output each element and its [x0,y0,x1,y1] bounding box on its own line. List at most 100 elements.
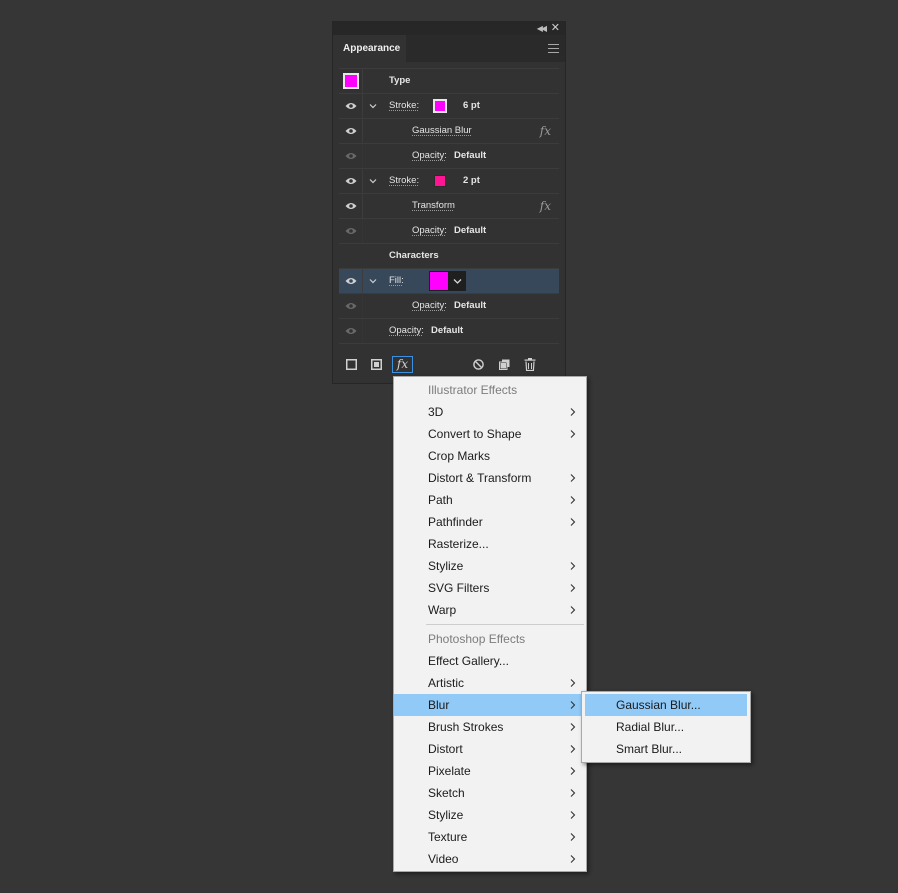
appearance-list: Type Stroke: 6 pt Gaussian Blur fx Opaci… [339,68,559,344]
menu-item-label: Artistic [428,676,464,690]
menu-item-label: Stylize [428,559,464,573]
opacity-label[interactable]: Opacity: [389,319,424,343]
visibility-eye-icon[interactable] [339,219,363,243]
menu-item-label: Pathfinder [428,515,483,529]
chevron-right-icon [570,789,576,797]
menu-item-label: Blur [428,698,450,712]
delete-item-icon[interactable] [524,358,536,371]
opacity-label[interactable]: Opacity: [412,294,447,318]
menu-item-label: Brush Strokes [428,720,504,734]
menu-item-brush-strokes[interactable]: Brush Strokes [394,716,586,738]
chevron-down-icon[interactable] [369,177,377,185]
chevron-right-icon [570,767,576,775]
close-panel-icon[interactable]: ✕ [551,22,560,35]
row-transform[interactable]: Transform fx [339,194,559,219]
row-opacity[interactable]: Opacity: Default [339,219,559,244]
menu-item-blur[interactable]: Blur [394,694,586,716]
chevron-right-icon [570,679,576,687]
menu-item-distort[interactable]: Distort [394,738,586,760]
chevron-right-icon [570,701,576,709]
row-stroke-2pt[interactable]: Stroke: 2 pt [339,169,559,194]
visibility-eye-icon[interactable] [339,194,363,218]
chevron-right-icon [570,430,576,438]
effect-label[interactable]: Transform [412,194,455,218]
visibility-eye-icon[interactable] [339,319,363,343]
menu-item-label: Rasterize... [428,537,489,551]
visibility-eye-icon[interactable] [339,94,363,118]
menu-item-label: Pixelate [428,764,471,778]
chevron-right-icon [570,562,576,570]
visibility-eye-icon[interactable] [339,144,363,168]
menu-item-3d[interactable]: 3D [394,401,586,423]
visibility-eye-icon[interactable] [339,169,363,193]
menu-item-artistic[interactable]: Artistic [394,672,586,694]
menu-item-sketch[interactable]: Sketch [394,782,586,804]
fill-label[interactable]: Fill: [389,269,404,293]
chevron-right-icon [570,723,576,731]
menu-item-label: Sketch [428,786,465,800]
panel-titlebar: ◀◀ ✕ [333,22,565,35]
clear-appearance-icon[interactable] [473,359,484,370]
collapse-panel-icon[interactable]: ◀◀ [537,23,547,34]
menu-item-label: SVG Filters [428,581,490,595]
stroke-weight-value[interactable]: 6 pt [463,94,480,118]
opacity-value[interactable]: Default [431,319,463,343]
add-new-effect-button[interactable]: fx [392,356,413,373]
row-opacity[interactable]: Opacity: Default [339,294,559,319]
chevron-right-icon [570,474,576,482]
menu-item-effect-gallery[interactable]: Effect Gallery... [394,650,586,672]
fill-color-swatch[interactable] [429,271,449,291]
row-fill[interactable]: Fill: [339,269,559,294]
stroke-label[interactable]: Stroke: [389,169,419,193]
opacity-value[interactable]: Default [454,219,486,243]
chevron-right-icon [570,606,576,614]
stroke-color-swatch[interactable] [433,99,447,113]
menu-item-pixelate[interactable]: Pixelate [394,760,586,782]
panel-menu-icon[interactable] [548,44,559,53]
menu-item-crop-marks[interactable]: Crop Marks [394,445,586,467]
menu-item-radial-blur[interactable]: Radial Blur... [582,716,750,738]
stroke-label[interactable]: Stroke: [389,94,419,118]
chevron-right-icon [570,584,576,592]
menu-item-convert-to-shape[interactable]: Convert to Shape [394,423,586,445]
fx-icon: fx [539,199,551,213]
chevron-right-icon [570,811,576,819]
characters-label[interactable]: Characters [389,244,439,268]
menu-item-svg-filters[interactable]: SVG Filters [394,577,586,599]
menu-item-video[interactable]: Video [394,848,586,870]
menu-item-stylize-ps[interactable]: Stylize [394,804,586,826]
row-object-opacity[interactable]: Opacity: Default [339,319,559,344]
stroke-color-swatch[interactable] [434,175,446,187]
menu-item-distort-transform[interactable]: Distort & Transform [394,467,586,489]
add-new-fill-icon[interactable] [371,359,382,370]
tab-appearance[interactable]: Appearance [333,35,406,63]
menu-item-stylize[interactable]: Stylize [394,555,586,577]
menu-item-texture[interactable]: Texture [394,826,586,848]
fill-swatch-dropdown[interactable] [449,271,466,291]
effect-label[interactable]: Gaussian Blur [412,119,472,143]
visibility-eye-icon[interactable] [339,119,363,143]
opacity-value[interactable]: Default [454,144,486,168]
menu-item-gaussian-blur[interactable]: Gaussian Blur... [585,694,747,716]
row-characters[interactable]: Characters [339,244,559,269]
menu-item-warp[interactable]: Warp [394,599,586,621]
row-gaussian-blur[interactable]: Gaussian Blur fx [339,119,559,144]
duplicate-item-icon[interactable] [499,359,510,370]
menu-item-path[interactable]: Path [394,489,586,511]
row-opacity[interactable]: Opacity: Default [339,144,559,169]
stroke-weight-value[interactable]: 2 pt [463,169,480,193]
opacity-label[interactable]: Opacity: [412,144,447,168]
menu-item-smart-blur[interactable]: Smart Blur... [582,738,750,760]
chevron-right-icon [570,408,576,416]
visibility-eye-icon[interactable] [339,269,363,293]
chevron-down-icon[interactable] [369,277,377,285]
menu-item-rasterize[interactable]: Rasterize... [394,533,586,555]
visibility-eye-icon[interactable] [339,294,363,318]
chevron-down-icon[interactable] [369,102,377,110]
menu-item-pathfinder[interactable]: Pathfinder [394,511,586,533]
row-type[interactable]: Type [339,69,559,94]
add-new-stroke-icon[interactable] [346,359,357,370]
row-stroke-6pt[interactable]: Stroke: 6 pt [339,94,559,119]
opacity-label[interactable]: Opacity: [412,219,447,243]
opacity-value[interactable]: Default [454,294,486,318]
